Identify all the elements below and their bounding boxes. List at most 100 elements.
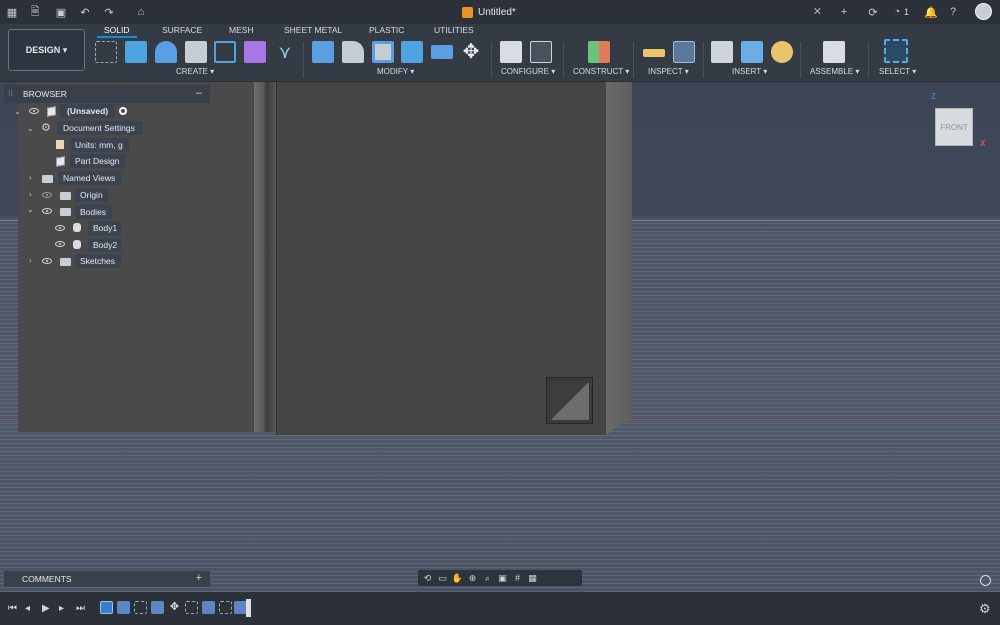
timeline-feature-extrude[interactable] bbox=[202, 601, 215, 614]
tree-root[interactable]: (Unsaved) bbox=[60, 104, 115, 118]
timeline-feature-sketch[interactable] bbox=[219, 601, 232, 614]
active-indicator-icon[interactable] bbox=[119, 107, 127, 115]
rectangular-pattern-icon[interactable] bbox=[214, 41, 236, 63]
viewcube[interactable]: FRONT bbox=[935, 108, 973, 146]
job-status-icon[interactable]: ◔ bbox=[890, 5, 904, 19]
move-copy-icon[interactable]: ✥ bbox=[460, 41, 482, 63]
eye-icon[interactable] bbox=[55, 241, 65, 247]
create-sketch-icon[interactable] bbox=[95, 41, 117, 63]
modify-group-label[interactable]: MODIFY ▾ bbox=[377, 67, 414, 76]
extensions-icon[interactable]: ⟳ bbox=[866, 5, 880, 19]
orbit-icon[interactable]: ⟲ bbox=[422, 573, 433, 584]
fillet-icon[interactable] bbox=[342, 41, 364, 63]
timeline-feature-sketch[interactable] bbox=[185, 601, 198, 614]
chevron-right-icon[interactable]: › bbox=[29, 173, 32, 182]
look-at-icon[interactable]: ▭ bbox=[437, 573, 448, 584]
browser-panel-header[interactable]: ⁝⁝ BROWSER – bbox=[4, 85, 210, 103]
tree-item-sketches[interactable]: Sketches bbox=[75, 254, 121, 268]
comments-panel-header[interactable]: COMMENTS + bbox=[4, 571, 210, 587]
body1-chamfer-edge[interactable] bbox=[254, 82, 276, 432]
new-component-icon[interactable] bbox=[823, 41, 845, 63]
collapse-panel-icon[interactable]: – bbox=[196, 87, 202, 99]
insert-mcmaster-icon[interactable] bbox=[771, 41, 793, 63]
file-menu-icon[interactable]: 🗎 bbox=[28, 5, 42, 19]
configure-body-icon[interactable] bbox=[500, 41, 522, 63]
chevron-down-icon[interactable]: ⌄ bbox=[27, 124, 34, 133]
timeline-feature-sketch[interactable] bbox=[134, 601, 147, 614]
chevron-down-icon[interactable]: ⌄ bbox=[27, 205, 34, 214]
select-group-label[interactable]: SELECT ▾ bbox=[879, 67, 916, 76]
tree-item-document-settings[interactable]: Document Settings bbox=[58, 121, 143, 135]
shell-icon[interactable] bbox=[372, 41, 394, 63]
panel-grip-icon[interactable]: ⁝⁝ bbox=[8, 89, 13, 98]
new-tab-icon[interactable]: + bbox=[837, 5, 851, 19]
create-form-icon[interactable] bbox=[244, 41, 266, 63]
chevron-right-icon[interactable]: › bbox=[29, 190, 32, 199]
tab-sheet-metal[interactable]: SHEET METAL bbox=[284, 25, 342, 35]
workspace-switcher[interactable]: DESIGN ▾ bbox=[8, 29, 85, 71]
extrude-icon[interactable] bbox=[125, 41, 147, 63]
timeline-marker[interactable] bbox=[246, 599, 251, 617]
eye-icon[interactable] bbox=[55, 225, 65, 231]
configure-group-label[interactable]: CONFIGURE ▾ bbox=[501, 67, 555, 76]
user-avatar[interactable] bbox=[975, 3, 992, 20]
revolve-icon[interactable] bbox=[155, 41, 177, 63]
viewports-icon[interactable]: ▦ bbox=[527, 573, 538, 584]
save-icon[interactable]: ▣ bbox=[54, 5, 68, 19]
eye-icon[interactable] bbox=[42, 258, 52, 264]
timeline-feature-extrude[interactable] bbox=[151, 601, 164, 614]
eye-hidden-icon[interactable] bbox=[42, 192, 52, 198]
help-icon[interactable]: ? bbox=[946, 5, 960, 19]
tree-item-part-design[interactable]: Part Design bbox=[70, 154, 126, 168]
pan-icon[interactable]: ✋ bbox=[452, 573, 463, 584]
zoom-icon[interactable]: ⊕ bbox=[467, 573, 478, 584]
body2-side-face[interactable] bbox=[606, 82, 632, 435]
gear-icon[interactable]: ⚙ bbox=[979, 601, 991, 617]
step-forward-icon[interactable]: ▸ bbox=[59, 603, 64, 614]
insert-canvas-icon[interactable] bbox=[741, 41, 763, 63]
fit-icon[interactable]: ⌕ bbox=[482, 573, 493, 584]
split-body-icon[interactable] bbox=[431, 45, 453, 59]
close-tab-icon[interactable]: ✕ bbox=[813, 5, 822, 18]
hole-icon[interactable] bbox=[185, 41, 207, 63]
undo-icon[interactable]: ↶ bbox=[78, 5, 92, 19]
tree-item-named-views[interactable]: Named Views bbox=[58, 171, 121, 185]
display-settings-icon[interactable]: ▣ bbox=[497, 573, 508, 584]
tab-solid[interactable]: SOLID bbox=[104, 25, 130, 35]
measure-icon[interactable] bbox=[643, 49, 665, 57]
tree-item-origin[interactable]: Origin bbox=[75, 188, 108, 202]
insert-derive-icon[interactable] bbox=[711, 41, 733, 63]
app-grid-icon[interactable]: ▦ bbox=[5, 5, 19, 19]
press-pull-icon[interactable] bbox=[312, 41, 334, 63]
insert-group-label[interactable]: INSERT ▾ bbox=[732, 67, 767, 76]
create-group-label[interactable]: CREATE ▾ bbox=[176, 67, 214, 76]
section-analysis-icon[interactable] bbox=[673, 41, 695, 63]
canvas-viewport[interactable]: Z FRONT X bbox=[0, 82, 1000, 592]
performance-icon[interactable] bbox=[980, 575, 991, 586]
eye-icon[interactable] bbox=[29, 108, 39, 114]
tab-utilities[interactable]: UTILITIES bbox=[434, 25, 474, 35]
derive-icon[interactable]: ⋎ bbox=[274, 41, 296, 63]
home-icon[interactable]: ⌂ bbox=[134, 5, 148, 19]
add-comment-icon[interactable]: + bbox=[196, 572, 202, 584]
timeline-feature-move[interactable]: ✥ bbox=[168, 601, 181, 614]
step-back-icon[interactable]: ◂ bbox=[25, 603, 30, 614]
eye-icon[interactable] bbox=[42, 208, 52, 214]
configuration-table-icon[interactable] bbox=[530, 41, 552, 63]
tab-mesh[interactable]: MESH bbox=[229, 25, 254, 35]
tree-item-bodies[interactable]: Bodies bbox=[75, 205, 112, 219]
tree-item-units[interactable]: Units: mm, g bbox=[70, 138, 129, 152]
body2-pocket-feature[interactable] bbox=[546, 377, 593, 424]
tab-surface[interactable]: SURFACE bbox=[162, 25, 202, 35]
assemble-group-label[interactable]: ASSEMBLE ▾ bbox=[810, 67, 859, 76]
redo-icon[interactable]: ↷ bbox=[102, 5, 116, 19]
tree-item-body1[interactable]: Body1 bbox=[88, 221, 121, 235]
inspect-group-label[interactable]: INSPECT ▾ bbox=[648, 67, 689, 76]
timeline-feature-extrude[interactable] bbox=[117, 601, 130, 614]
chevron-down-icon[interactable]: ⌄ bbox=[14, 107, 21, 116]
tab-plastic[interactable]: PLASTIC bbox=[369, 25, 404, 35]
timeline-feature-sketch[interactable] bbox=[100, 601, 113, 614]
play-icon[interactable]: ▶ bbox=[42, 603, 50, 614]
tree-item-body2[interactable]: Body2 bbox=[88, 238, 121, 252]
go-to-start-icon[interactable]: ⏮ bbox=[8, 603, 17, 614]
